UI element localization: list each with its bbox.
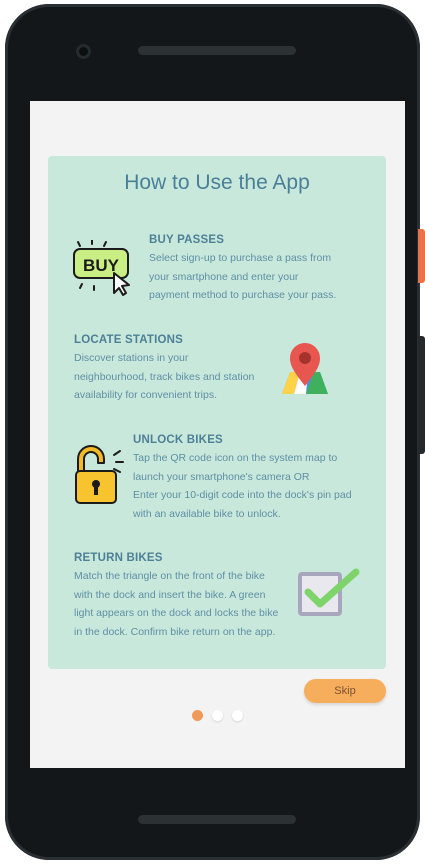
bottom-speaker — [138, 815, 296, 824]
page-dot-3[interactable] — [232, 710, 243, 721]
padlock-icon — [74, 443, 124, 507]
page-dot-2[interactable] — [212, 710, 223, 721]
page-dot-1[interactable] — [192, 710, 203, 721]
return-bikes-title: RETURN BIKES — [74, 552, 163, 564]
unlock-bikes-description: Tap the QR code icon on the system map t… — [133, 452, 352, 520]
front-camera — [76, 44, 91, 59]
locate-stations-title: LOCATE STATIONS — [74, 334, 184, 346]
unlock-bikes-title: UNLOCK BIKES — [133, 434, 223, 446]
page-indicator — [192, 710, 252, 722]
locate-stations-description: Discover stations in your neighbourhood,… — [74, 352, 255, 401]
skip-button[interactable]: Skip — [304, 679, 386, 703]
checkbox-icon — [298, 566, 362, 618]
map-pin-icon — [276, 338, 334, 396]
page-title: How to Use the App — [124, 171, 310, 194]
return-bikes-description: Match the triangle on the front of the b… — [74, 570, 279, 638]
volume-button — [418, 336, 425, 454]
buy-passes-description: Select sign-up to purchase a pass from y… — [149, 252, 337, 301]
buy-passes-title: BUY PASSES — [149, 234, 225, 246]
app-screen: How to Use the App BUY BUY PASSES Select… — [30, 101, 405, 768]
power-button — [418, 229, 425, 283]
onboarding-card: How to Use the App BUY BUY PASSES Select… — [48, 156, 386, 669]
buy-icon: BUY — [72, 239, 136, 296]
earpiece-speaker — [138, 46, 296, 55]
phone-frame: How to Use the App BUY BUY PASSES Select… — [5, 4, 420, 860]
